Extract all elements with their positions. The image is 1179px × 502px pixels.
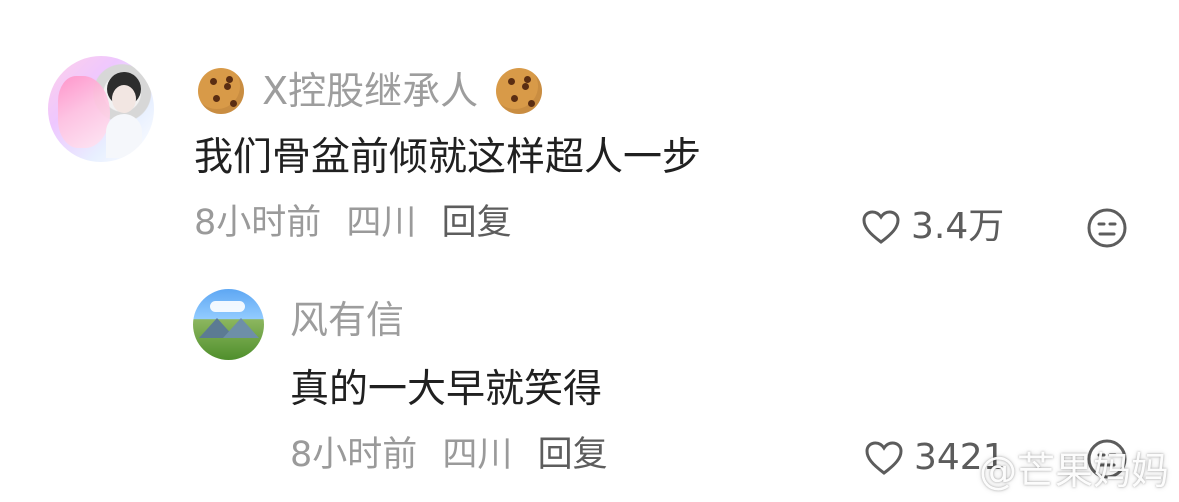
comment-time: 8小时前 bbox=[194, 203, 322, 243]
avatar-wing-shape bbox=[58, 76, 110, 148]
cookie-icon bbox=[496, 68, 543, 114]
emoji-face-icon[interactable] bbox=[1086, 438, 1128, 480]
comment-username[interactable]: X控股继承人 bbox=[198, 68, 543, 114]
reply-like-button[interactable]: 3421 bbox=[864, 440, 1006, 476]
heart-icon bbox=[862, 210, 900, 244]
avatar-mountain-right bbox=[223, 318, 259, 338]
comment-meta: 8小时前 四川 回复 bbox=[194, 206, 512, 241]
avatar-cloud bbox=[210, 301, 245, 312]
reply-like-count: 3421 bbox=[914, 437, 1006, 478]
reply-time: 8小时前 bbox=[290, 435, 418, 475]
reply-button[interactable]: 回复 bbox=[442, 203, 512, 243]
comment-location: 四川 bbox=[346, 203, 417, 243]
watermark-text: @芒果妈妈 bbox=[978, 449, 1169, 493]
avatar-face bbox=[112, 85, 136, 113]
comment-body: 我们骨盆前倾就这样超人一步 bbox=[194, 135, 702, 180]
reply-body: 真的一大早就笑得 bbox=[290, 367, 603, 412]
reply-username[interactable]: 风有信 bbox=[290, 301, 404, 339]
emoji-face-icon[interactable] bbox=[1086, 207, 1128, 249]
reply-reply-button[interactable]: 回复 bbox=[538, 435, 608, 475]
avatar-body bbox=[106, 114, 142, 158]
landscape-avatar[interactable] bbox=[193, 289, 264, 360]
like-button[interactable]: 3.4万 bbox=[861, 209, 1004, 245]
reply-location: 四川 bbox=[442, 435, 513, 475]
like-count: 3.4万 bbox=[911, 206, 1005, 247]
reply-meta: 8小时前 四川 回复 bbox=[290, 438, 608, 473]
heart-icon bbox=[865, 441, 903, 475]
cookie-icon bbox=[198, 68, 244, 114]
username-text: X控股继承人 bbox=[262, 69, 479, 113]
profile-avatar[interactable] bbox=[48, 56, 154, 162]
